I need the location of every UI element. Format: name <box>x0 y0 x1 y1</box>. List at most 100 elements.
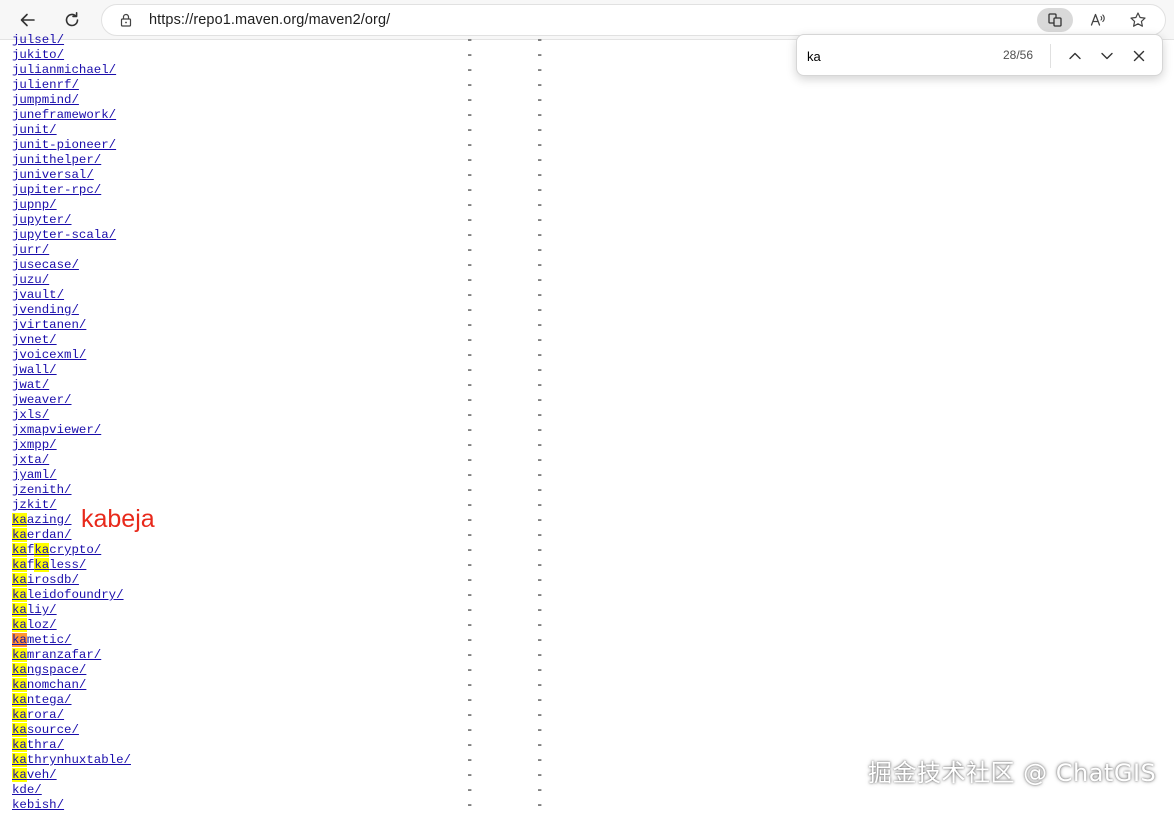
directory-link[interactable]: jvault/ <box>12 288 64 302</box>
modified-date: - <box>466 378 474 392</box>
directory-link[interactable]: julianmichael/ <box>12 63 116 77</box>
directory-link[interactable]: junit/ <box>12 123 57 137</box>
file-size: - <box>536 408 544 422</box>
address-bar[interactable]: https://repo1.maven.org/maven2/org/ <box>101 4 1166 36</box>
listing-row: kangspace/ - - <box>12 663 572 678</box>
directory-link[interactable]: jurr/ <box>12 243 49 257</box>
modified-date: - <box>466 333 474 347</box>
listing-row: jxls/ - - <box>12 408 572 423</box>
directory-link[interactable]: julienrf/ <box>12 78 79 92</box>
listing-row: kantega/ - - <box>12 693 572 708</box>
lock-icon[interactable] <box>118 12 134 28</box>
directory-link[interactable]: juzu/ <box>12 273 49 287</box>
directory-link[interactable]: jupyter-scala/ <box>12 228 116 242</box>
directory-link[interactable]: jxta/ <box>12 453 49 467</box>
directory-link[interactable]: kasource/ <box>12 723 79 737</box>
file-size: - <box>536 483 544 497</box>
directory-link[interactable]: jusecase/ <box>12 258 79 272</box>
directory-link[interactable]: junit-pioneer/ <box>12 138 116 152</box>
file-size: - <box>536 468 544 482</box>
modified-date: - <box>466 423 474 437</box>
find-close-button[interactable] <box>1126 43 1152 69</box>
directory-link[interactable]: kafkacrypto/ <box>12 543 101 557</box>
find-highlight: ka <box>34 558 50 572</box>
directory-link[interactable]: kathrynhuxtable/ <box>12 753 131 767</box>
listing-row: kamranzafar/ - - <box>12 648 572 663</box>
find-highlight: ka <box>12 633 27 647</box>
directory-link[interactable]: kaloz/ <box>12 618 57 632</box>
file-size: - <box>536 753 544 767</box>
file-size: - <box>536 588 544 602</box>
directory-link[interactable]: kamranzafar/ <box>12 648 101 662</box>
directory-link[interactable]: kantega/ <box>12 693 72 707</box>
directory-link[interactable]: juniversal/ <box>12 168 94 182</box>
find-highlight: ka <box>12 753 27 767</box>
directory-link[interactable]: jvnet/ <box>12 333 57 347</box>
directory-link[interactable]: kebish/ <box>12 798 64 812</box>
file-size: - <box>536 318 544 332</box>
directory-link[interactable]: jxmapviewer/ <box>12 423 101 437</box>
directory-link[interactable]: julsel/ <box>12 33 64 47</box>
listing-row: junithelper/ - - <box>12 153 572 168</box>
url-text[interactable]: https://repo1.maven.org/maven2/org/ <box>149 12 390 28</box>
directory-link[interactable]: jwat/ <box>12 378 49 392</box>
find-input[interactable] <box>805 44 994 68</box>
modified-date: - <box>466 648 474 662</box>
directory-link[interactable]: kaazing/ <box>12 513 72 527</box>
directory-link[interactable]: jzkit/ <box>12 498 57 512</box>
directory-link[interactable]: kametic/ <box>12 633 72 647</box>
directory-link[interactable]: kaliy/ <box>12 603 57 617</box>
read-aloud-button[interactable] <box>1080 8 1116 32</box>
directory-link[interactable]: jvirtanen/ <box>12 318 86 332</box>
directory-link[interactable]: kaerdan/ <box>12 528 72 542</box>
listing-row: jumpmind/ - - <box>12 93 572 108</box>
modified-date: - <box>466 318 474 332</box>
find-next-button[interactable] <box>1094 43 1120 69</box>
directory-link[interactable]: kafkaless/ <box>12 558 86 572</box>
directory-link[interactable]: karora/ <box>12 708 64 722</box>
directory-link[interactable]: jumpmind/ <box>12 93 79 107</box>
directory-link[interactable]: jupnp/ <box>12 198 57 212</box>
directory-link[interactable]: kangspace/ <box>12 663 86 677</box>
modified-date: - <box>466 783 474 797</box>
directory-link[interactable]: junithelper/ <box>12 153 101 167</box>
directory-link[interactable]: juneframework/ <box>12 108 116 122</box>
directory-link[interactable]: jwall/ <box>12 363 57 377</box>
directory-link[interactable]: jxls/ <box>12 408 49 422</box>
listing-row: juzu/ - - <box>12 273 572 288</box>
favorite-button[interactable] <box>1120 8 1156 32</box>
directory-link[interactable]: kde/ <box>12 783 42 797</box>
modified-date: - <box>466 513 474 527</box>
directory-link[interactable]: jupyter/ <box>12 213 72 227</box>
directory-link[interactable]: jvoicexml/ <box>12 348 86 362</box>
arrow-left-icon <box>20 13 35 27</box>
directory-link[interactable]: jzenith/ <box>12 483 72 497</box>
annotation-text: kabeja <box>81 505 155 533</box>
modified-date: - <box>466 243 474 257</box>
find-previous-button[interactable] <box>1062 43 1088 69</box>
refresh-button[interactable] <box>58 6 86 34</box>
directory-link[interactable]: jukito/ <box>12 48 64 62</box>
back-button[interactable] <box>14 6 42 34</box>
modified-date: - <box>466 528 474 542</box>
directory-link[interactable]: jvending/ <box>12 303 79 317</box>
directory-link[interactable]: jweaver/ <box>12 393 72 407</box>
directory-link[interactable]: kaveh/ <box>12 768 57 782</box>
directory-link[interactable]: jyaml/ <box>12 468 57 482</box>
file-size: - <box>536 498 544 512</box>
file-size: - <box>536 393 544 407</box>
app-available-button[interactable] <box>1037 8 1073 32</box>
file-size: - <box>536 558 544 572</box>
listing-row: jyaml/ - - <box>12 468 572 483</box>
file-size: - <box>536 543 544 557</box>
directory-link[interactable]: kaleidofoundry/ <box>12 588 124 602</box>
directory-link[interactable]: kathra/ <box>12 738 64 752</box>
directory-link[interactable]: kanomchan/ <box>12 678 86 692</box>
directory-link[interactable]: jxmpp/ <box>12 438 57 452</box>
directory-link[interactable]: jupiter-rpc/ <box>12 183 101 197</box>
directory-link[interactable]: kairosdb/ <box>12 573 79 587</box>
listing-row: jvoicexml/ - - <box>12 348 572 363</box>
listing-row: jxmpp/ - - <box>12 438 572 453</box>
listing-row: junit/ - - <box>12 123 572 138</box>
file-size: - <box>536 93 544 107</box>
